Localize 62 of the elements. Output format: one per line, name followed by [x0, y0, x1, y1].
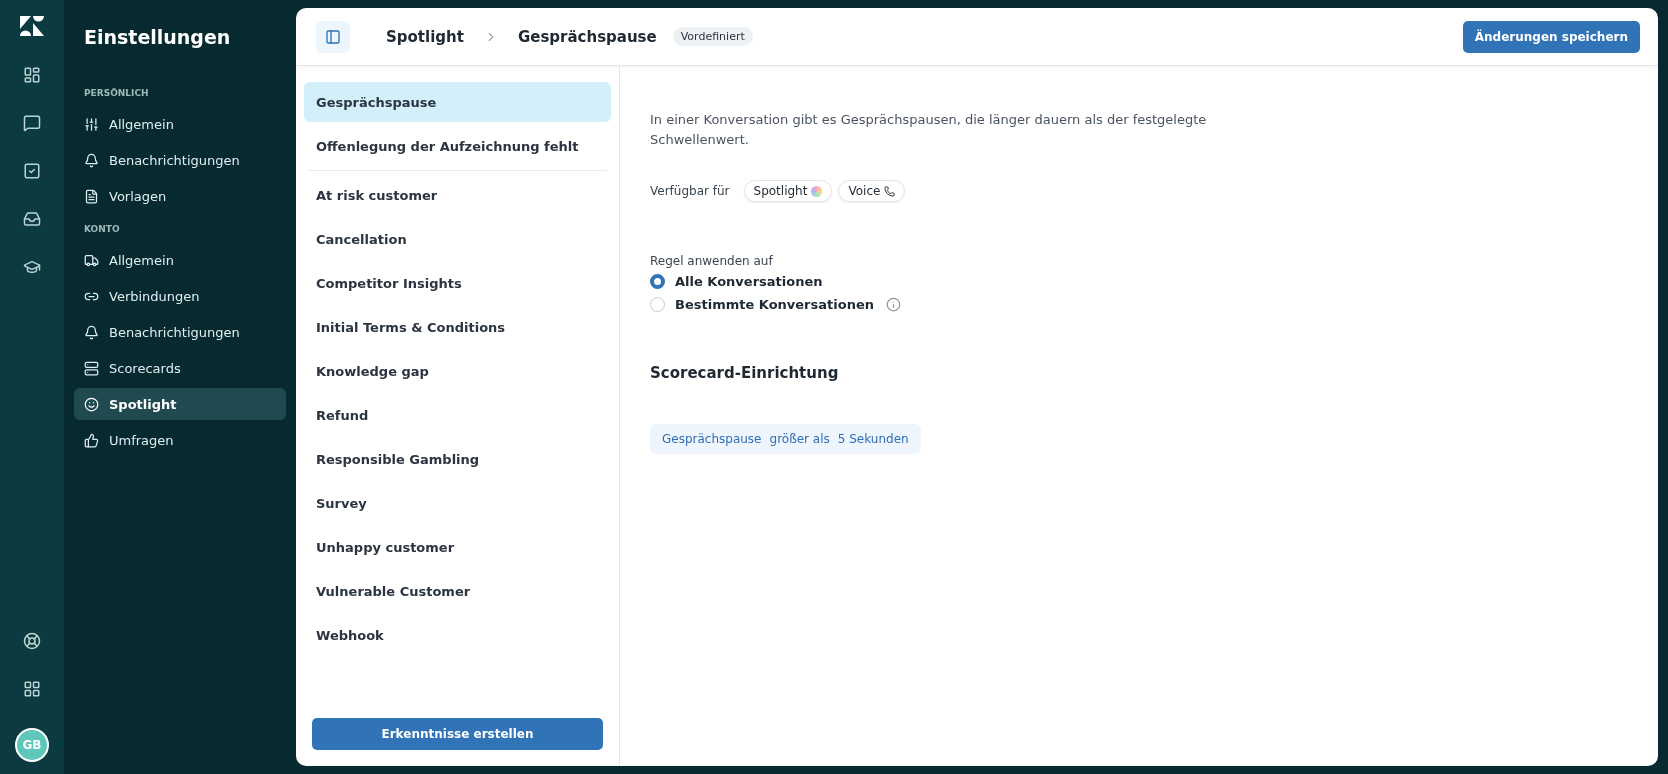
- lifebuoy-icon[interactable]: [23, 632, 41, 650]
- insight-list-item[interactable]: Refund: [304, 395, 611, 435]
- info-icon[interactable]: [885, 297, 901, 312]
- dashboard-icon[interactable]: [23, 66, 41, 84]
- bell-icon: [84, 324, 99, 340]
- server-icon: [84, 360, 99, 376]
- sidebar-item[interactable]: Verbindungen: [74, 280, 286, 312]
- status-badge: Vordefiniert: [672, 27, 753, 46]
- create-insights-button[interactable]: Erkenntnisse erstellen: [312, 718, 603, 750]
- smiley-icon: [84, 396, 99, 412]
- insight-list-item[interactable]: At risk customer: [304, 175, 611, 215]
- apps-grid-icon[interactable]: [23, 680, 41, 698]
- inbox-icon[interactable]: [23, 210, 41, 228]
- description-text: In einer Konversation gibt es Gesprächspausen, die länger dauern als der festgelegte Schwellenwert.: [650, 111, 1208, 149]
- condition-text: größer als: [769, 432, 830, 446]
- insight-list-item[interactable]: Initial Terms & Conditions: [304, 307, 611, 347]
- section-heading: KONTO: [83, 224, 121, 234]
- thumbs-up-icon: [84, 432, 99, 448]
- document-icon: [84, 188, 99, 204]
- sliders-icon: [84, 116, 99, 132]
- phone-icon: [884, 185, 896, 197]
- insight-list-item[interactable]: Offenlegung der Aufzeichnung fehlt: [304, 126, 611, 166]
- insight-list-item[interactable]: Knowledge gap: [304, 351, 611, 391]
- insight-list-item[interactable]: Vulnerable Customer: [304, 571, 611, 611]
- radio-label[interactable]: Bestimmte Konversationen: [675, 297, 874, 312]
- apply-label: Regel anwenden auf: [650, 254, 773, 268]
- available-label: Verfügbar für: [650, 184, 730, 198]
- sidebar-item[interactable]: Spotlight: [74, 388, 286, 420]
- sidebar-title: Einstellungen: [83, 26, 232, 48]
- sidebar-item[interactable]: Benachrichtigungen: [74, 316, 286, 348]
- checkbox-icon[interactable]: [23, 162, 41, 180]
- radio-button[interactable]: [650, 297, 665, 312]
- section-heading: PERSÖNLICH: [83, 88, 150, 98]
- bell-icon: [84, 152, 99, 168]
- insight-list-item[interactable]: Gesprächspause: [304, 82, 611, 122]
- insight-list-item[interactable]: Responsible Gambling: [304, 439, 611, 479]
- sidebar-panel-icon: [325, 28, 341, 45]
- chat-icon[interactable]: [23, 114, 41, 132]
- sidebar-item[interactable]: Allgemein: [74, 108, 286, 140]
- insight-list-item[interactable]: Survey: [304, 483, 611, 523]
- breadcrumb-item: Gesprächspause: [517, 27, 657, 46]
- sidebar-item[interactable]: Vorlagen: [74, 180, 286, 212]
- breadcrumb-item[interactable]: Spotlight: [386, 27, 464, 46]
- condition-text: 5 Sekunden: [837, 432, 909, 446]
- gradient-orb-icon: [811, 185, 823, 197]
- radio-button[interactable]: [650, 274, 665, 289]
- insight-list-item[interactable]: Cancellation: [304, 219, 611, 259]
- section-title: Scorecard-Einrichtung: [650, 364, 839, 382]
- sidebar-item[interactable]: Umfragen: [74, 424, 286, 456]
- graduation-cap-icon[interactable]: [23, 258, 41, 276]
- sidebar-item[interactable]: Scorecards: [74, 352, 286, 384]
- insight-list-item[interactable]: Competitor Insights: [304, 263, 611, 303]
- radio-label[interactable]: Alle Konversationen: [675, 274, 823, 289]
- insight-list-item[interactable]: Unhappy customer: [304, 527, 611, 567]
- save-button[interactable]: Änderungen speichern: [1462, 20, 1640, 53]
- condition-text: Gesprächspause: [662, 432, 762, 446]
- sidebar-item[interactable]: Benachrichtigungen: [74, 144, 286, 176]
- sidebar-item[interactable]: Allgemein: [74, 244, 286, 276]
- insight-list-item[interactable]: Webhook: [304, 615, 611, 655]
- panel-toggle-button[interactable]: [316, 20, 350, 53]
- truck-icon: [84, 252, 99, 268]
- logo-icon: [20, 16, 44, 36]
